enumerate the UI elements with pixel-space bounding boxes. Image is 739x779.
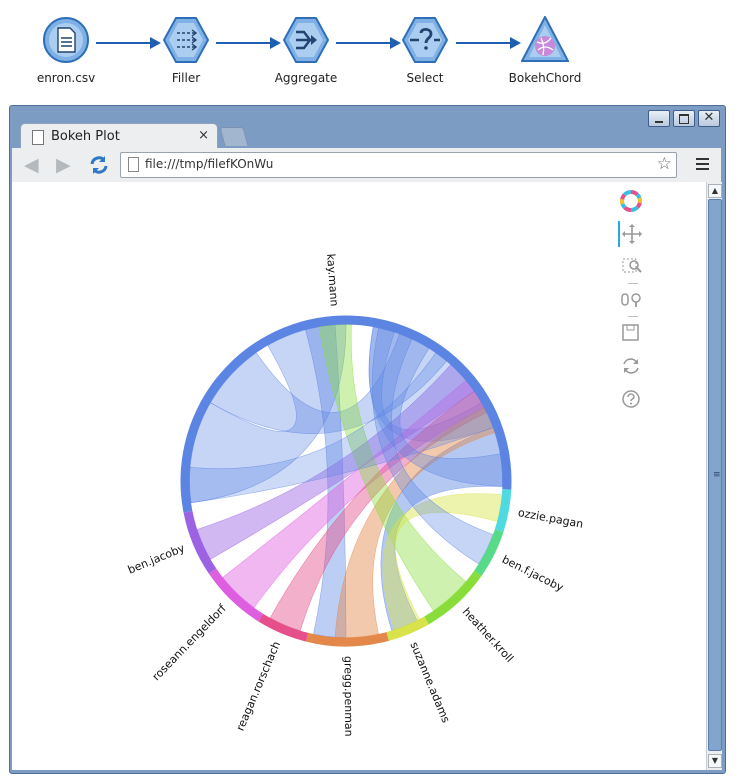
tab-close-icon[interactable]: ×	[198, 128, 209, 143]
close-window-button[interactable]: ✕	[698, 110, 720, 127]
chord-label: ozzie.pagan	[517, 506, 584, 531]
bokeh-logo-icon[interactable]	[618, 188, 644, 214]
grip-icon: ≡	[713, 470, 721, 480]
back-button[interactable]: ◀	[24, 156, 39, 175]
page-icon	[32, 130, 44, 145]
browser-window: ✕ Bokeh Plot × ◀ ▶ file:///tmp/filefKOnW…	[9, 105, 726, 774]
save-tool-icon[interactable]	[618, 320, 644, 346]
bokeh-toolbar	[618, 188, 644, 419]
filler-icon	[162, 16, 210, 64]
maximize-button[interactable]	[673, 110, 695, 127]
pipeline-node-label: Aggregate	[274, 71, 338, 85]
vertical-scrollbar[interactable]: ▲ ≡ ▼	[706, 182, 722, 770]
pan-tool-icon[interactable]	[618, 221, 646, 247]
scroll-down-button[interactable]: ▼	[708, 754, 722, 768]
chord-label: suzanne.adams	[407, 640, 452, 725]
resize-tool-icon[interactable]	[618, 287, 644, 317]
box-zoom-tool-icon[interactable]	[618, 254, 644, 284]
scroll-up-button[interactable]: ▲	[708, 184, 722, 198]
window-controls: ✕	[648, 110, 720, 127]
url-text: file:///tmp/filefKOnWu	[145, 157, 274, 171]
chord-diagram: kay.mann ozzie.pagan ben.f.jacoby heather.k…	[126, 253, 584, 737]
aggregate-icon	[282, 16, 330, 64]
pipeline-node-aggregate[interactable]: Aggregate	[261, 16, 351, 85]
pipeline-node-enron-csv[interactable]: enron.csv	[21, 16, 111, 85]
chord-diagram-icon	[520, 14, 570, 64]
chord-label: ben.f.jacoby	[500, 553, 566, 595]
chord-label: reagan.rorschach	[234, 639, 283, 732]
pipeline-node-label: BokehChord	[508, 71, 582, 85]
pipeline-node-label: enron.csv	[36, 71, 96, 85]
page-icon	[128, 157, 139, 172]
chord-label: roseann.engeldorf	[150, 601, 230, 683]
select-icon	[401, 16, 449, 64]
page-content: kay.mann ozzie.pagan ben.f.jacoby heather.k…	[12, 182, 706, 770]
pipeline-node-select[interactable]: Select	[380, 16, 470, 85]
menu-icon[interactable]	[696, 158, 709, 173]
pipeline-node-label: Select	[406, 71, 444, 85]
tab-bokeh-plot[interactable]: Bokeh Plot ×	[20, 123, 218, 150]
reset-tool-icon[interactable]	[618, 353, 644, 379]
chord-label: heather.kroll	[460, 605, 516, 665]
toolbar-divider	[628, 316, 638, 317]
browser-toolbar: ◀ ▶ file:///tmp/filefKOnWu ☆	[12, 148, 721, 183]
pipeline-node-bokehchord[interactable]: BokehChord	[500, 14, 590, 85]
reload-icon[interactable]	[88, 154, 110, 176]
pipeline-node-label: Filler	[171, 71, 201, 85]
chord-label: kay.mann	[324, 253, 341, 307]
pipeline-node-filler[interactable]: Filler	[141, 16, 231, 85]
new-tab-button[interactable]	[219, 127, 249, 146]
chord-label: gregg.penman	[342, 656, 356, 737]
minimize-button[interactable]	[648, 110, 670, 127]
chord-label: ben.jacoby	[126, 541, 187, 576]
tab-title: Bokeh Plot	[51, 129, 120, 144]
toolbar-divider	[628, 283, 638, 284]
forward-button[interactable]: ▶	[56, 156, 71, 175]
bookmark-star-icon[interactable]: ☆	[657, 154, 672, 174]
csv-source-icon	[42, 16, 90, 64]
address-bar[interactable]: file:///tmp/filefKOnWu ☆	[120, 152, 677, 178]
scroll-thumb[interactable]: ≡	[708, 199, 722, 751]
help-tool-icon[interactable]	[618, 386, 644, 412]
